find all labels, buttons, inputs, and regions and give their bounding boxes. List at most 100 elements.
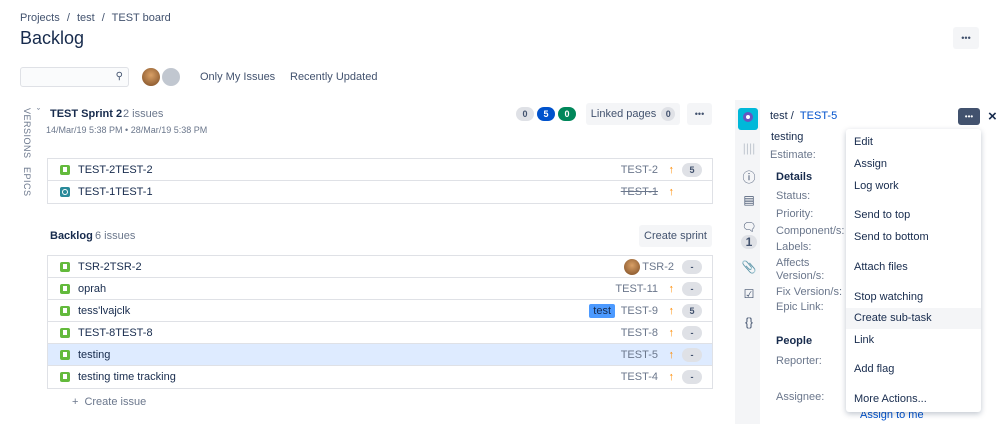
- estimate-badge: -: [682, 370, 702, 384]
- menu-stop-watching[interactable]: Stop watching: [846, 287, 981, 308]
- estimate-badge: 5: [682, 303, 702, 318]
- linked-pages-label: Linked pages: [590, 108, 657, 120]
- code-braces-icon[interactable]: {}: [741, 315, 757, 329]
- issue-summary: testing: [78, 348, 111, 361]
- detail-issue-key[interactable]: TEST-5: [800, 110, 837, 122]
- field-reporter: Reporter:: [776, 355, 822, 367]
- menu-send-to-bottom[interactable]: Send to bottom: [846, 227, 981, 248]
- menu-send-to-top[interactable]: Send to top: [846, 205, 981, 226]
- issue-key[interactable]: TEST-8: [621, 327, 658, 339]
- estimate-badge: -: [682, 259, 702, 274]
- menu-add-flag[interactable]: Add flag: [846, 359, 981, 380]
- sprint-issue-count: 2 issues: [123, 108, 164, 120]
- menu-more-actions[interactable]: More Actions...: [846, 389, 981, 410]
- header-more-button[interactable]: •••: [953, 27, 979, 49]
- task-icon: [60, 187, 70, 197]
- priority-high-icon: ↑: [668, 282, 675, 295]
- issue-summary: testing time tracking: [78, 371, 176, 383]
- issue-summary: TSR-2TSR-2: [78, 260, 142, 273]
- linked-pages-button[interactable]: Linked pages 0: [586, 103, 680, 125]
- issue-key[interactable]: TEST-2: [621, 164, 658, 176]
- issue-summary: tess'lvajclk: [78, 304, 131, 317]
- filter-only-my-issues[interactable]: Only My Issues: [200, 71, 275, 83]
- details-heading: Details: [776, 171, 813, 183]
- sprint-more-button[interactable]: •••: [687, 103, 712, 125]
- sprint-name: TEST Sprint 2: [50, 108, 123, 120]
- issue-row[interactable]: oprah TEST-11 ↑ -: [48, 278, 712, 300]
- description-icon[interactable]: ▤: [741, 193, 757, 207]
- issue-row[interactable]: TSR-2TSR-2 TSR-2 -: [48, 256, 712, 278]
- issue-row[interactable]: TEST-2TEST-2 TEST-2 ↑ 5: [48, 159, 712, 181]
- comment-icon[interactable]: 🗨: [741, 220, 757, 234]
- close-icon[interactable]: ×: [988, 108, 997, 125]
- field-status: Status:: [776, 190, 811, 202]
- issue-key[interactable]: TEST-4: [621, 371, 658, 383]
- drag-handle-icon[interactable]: ||||: [741, 141, 757, 155]
- attachment-icon[interactable]: 📎: [741, 260, 757, 274]
- story-icon: [60, 283, 70, 294]
- filter-recently-updated[interactable]: Recently Updated: [290, 71, 377, 83]
- story-icon: [60, 261, 70, 272]
- issue-label: test: [589, 304, 615, 318]
- estimate-label: Estimate:: [770, 149, 816, 161]
- backlog-title: Backlog: [50, 230, 93, 242]
- create-issue-button[interactable]: + Create issue: [72, 396, 146, 408]
- field-priority: Priority:: [776, 208, 814, 220]
- issue-key[interactable]: TEST-9: [621, 305, 658, 317]
- avatar-unassigned[interactable]: [160, 66, 182, 88]
- issue-summary: TEST-8TEST-8: [78, 326, 153, 339]
- priority-high-icon: ↑: [668, 186, 675, 198]
- field-affects: Affects: [776, 257, 810, 269]
- menu-attach-files[interactable]: Attach files: [846, 257, 981, 278]
- story-icon: [60, 305, 70, 316]
- issue-key[interactable]: TEST-5: [621, 349, 658, 361]
- menu-assign[interactable]: Assign: [846, 154, 981, 175]
- field-versions: Version/s:: [776, 270, 825, 282]
- story-icon: [60, 372, 70, 382]
- estimate-badge: -: [682, 281, 702, 296]
- issue-key[interactable]: TEST-1: [621, 186, 658, 198]
- epics-tab[interactable]: EPICS: [22, 167, 32, 197]
- issue-key[interactable]: TEST-11: [615, 283, 658, 295]
- sprint-dates: 14/Mar/19 5:38 PM • 28/Mar/19 5:38 PM: [46, 125, 208, 135]
- versions-tab[interactable]: VERSIONS: [22, 108, 32, 159]
- backlog-issue-list: TSR-2TSR-2 TSR-2 - oprah TEST-11 ↑ - tes…: [47, 255, 713, 389]
- priority-high-icon: ↑: [668, 348, 675, 361]
- avatar-user[interactable]: [140, 66, 162, 88]
- assignee-avatar: [624, 259, 640, 275]
- subtask-checkbox-icon[interactable]: ☑: [741, 287, 757, 301]
- menu-create-subtask[interactable]: Create sub-task: [846, 308, 981, 329]
- breadcrumb-sep: /: [66, 12, 70, 24]
- sprint-collapse-chevron-icon[interactable]: ˇ: [37, 107, 40, 117]
- people-heading: People: [776, 335, 813, 347]
- create-sprint-button[interactable]: Create sprint: [639, 225, 712, 247]
- estimate-badge: -: [682, 325, 702, 340]
- search-input[interactable]: ⚲: [20, 67, 129, 87]
- breadcrumb-projects[interactable]: Projects: [20, 12, 60, 24]
- detail-more-button[interactable]: •••: [958, 108, 980, 125]
- menu-edit[interactable]: Edit: [846, 132, 981, 153]
- issue-row[interactable]: TEST-8TEST-8 TEST-8 ↑ -: [48, 322, 712, 344]
- priority-high-icon: ↑: [668, 163, 675, 176]
- issue-summary: TEST-1TEST-1: [78, 186, 153, 198]
- detail-sep: /: [790, 110, 794, 122]
- issue-key[interactable]: TSR-2: [642, 261, 674, 273]
- issue-row-selected[interactable]: testing TEST-5 ↑ -: [48, 344, 712, 366]
- info-icon[interactable]: ⓘ: [741, 167, 757, 186]
- search-icon: ⚲: [115, 71, 123, 82]
- breadcrumb-test[interactable]: test: [77, 12, 95, 24]
- todo-count-badge: 0: [516, 107, 534, 121]
- issue-row[interactable]: testing time tracking TEST-4 ↑ -: [48, 366, 712, 388]
- estimate-badge: 5: [682, 162, 702, 177]
- menu-link[interactable]: Link: [846, 330, 981, 351]
- issue-row[interactable]: TEST-1TEST-1 TEST-1 ↑: [48, 181, 712, 203]
- field-labels: Labels:: [776, 241, 812, 253]
- backlog-issue-count: 6 issues: [95, 230, 136, 242]
- menu-log-work[interactable]: Log work: [846, 176, 981, 197]
- issue-row[interactable]: tess'lvajclk test TEST-9 ↑ 5: [48, 300, 712, 322]
- detail-summary[interactable]: testing: [771, 131, 803, 143]
- create-issue-label: Create issue: [84, 396, 147, 408]
- detail-project[interactable]: test: [770, 110, 788, 122]
- breadcrumb-board[interactable]: TEST board: [112, 12, 171, 24]
- story-icon: [60, 349, 70, 360]
